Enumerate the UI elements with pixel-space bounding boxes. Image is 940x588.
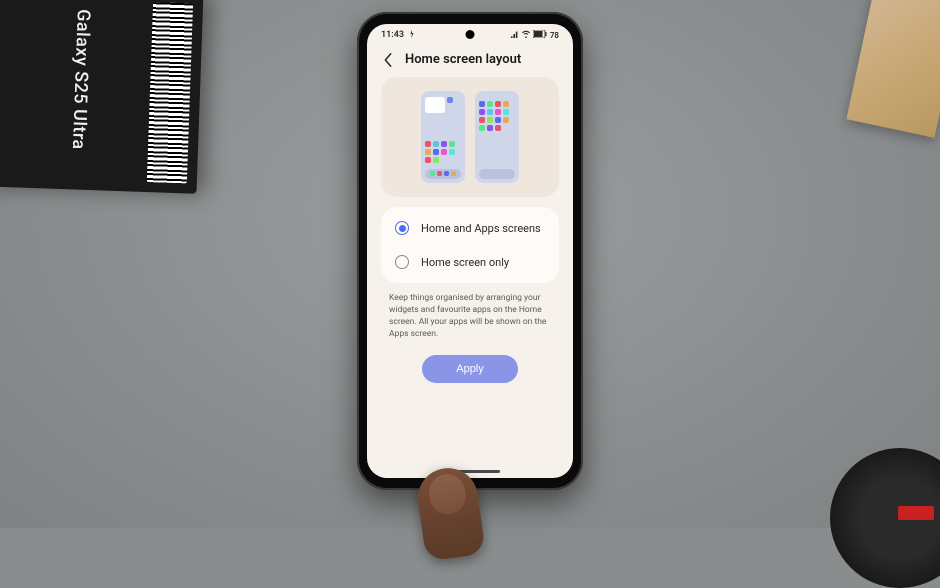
- apply-button[interactable]: Apply: [422, 355, 518, 383]
- product-box-label: Galaxy S25 Ultra: [68, 9, 94, 150]
- mini-app-icon: [425, 157, 431, 163]
- option-label: Home and Apps screens: [421, 222, 541, 235]
- mini-app-icon: [495, 117, 501, 123]
- mini-app-icon: [503, 101, 509, 107]
- mini-app-icon: [425, 149, 431, 155]
- front-camera: [466, 30, 475, 39]
- mini-app-icon: [433, 157, 439, 163]
- back-icon[interactable]: [381, 53, 395, 67]
- option-home-and-apps[interactable]: Home and Apps screens: [381, 211, 559, 245]
- mini-app-icon: [503, 109, 509, 115]
- mini-app-icon: [495, 101, 501, 107]
- mini-app-icon: [495, 109, 501, 115]
- mini-app-icon: [433, 141, 439, 147]
- bolt-icon: [408, 30, 416, 41]
- red-label: [898, 506, 934, 520]
- mini-app-icon: [479, 117, 485, 123]
- mini-app-icon: [441, 149, 447, 155]
- mini-search-bar: [479, 169, 515, 179]
- radio-checked-icon: [395, 221, 409, 235]
- mini-app-icon: [487, 109, 493, 115]
- phone-frame: 11:43 78: [357, 12, 583, 490]
- description-text: Keep things organised by arranging your …: [367, 293, 573, 341]
- desk-scene: Galaxy S25 Ultra 11:43: [0, 0, 940, 528]
- mini-app-icon: [479, 125, 485, 131]
- mini-app-icon: [444, 171, 449, 176]
- mini-app-icon: [437, 171, 442, 176]
- mini-app-icon: [487, 101, 493, 107]
- status-time: 11:43: [381, 30, 404, 40]
- radio-unchecked-icon: [395, 255, 409, 269]
- mini-app-icon: [449, 141, 455, 147]
- mini-app-icon: [447, 97, 453, 103]
- barcode-strip: [147, 2, 193, 183]
- gesture-bar[interactable]: [367, 464, 573, 478]
- mini-app-icon: [487, 117, 493, 123]
- page-header: Home screen layout: [367, 46, 573, 77]
- options-card: Home and Apps screens Home screen only: [381, 207, 559, 283]
- mini-app-icon: [433, 149, 439, 155]
- wifi-icon: [522, 30, 530, 40]
- battery-percent: 78: [550, 31, 559, 40]
- mini-app-icon: [430, 171, 435, 176]
- layout-preview: [381, 77, 559, 197]
- signal-icon: [511, 30, 519, 40]
- wood-block: [846, 0, 940, 138]
- mini-widget: [425, 97, 445, 113]
- mini-app-icon: [451, 171, 456, 176]
- apply-row: Apply: [367, 341, 573, 391]
- option-label: Home screen only: [421, 256, 509, 269]
- mini-app-icon: [441, 141, 447, 147]
- product-box: Galaxy S25 Ultra: [0, 0, 203, 194]
- preview-home-screen: [421, 91, 465, 183]
- mini-app-icon: [479, 109, 485, 115]
- preview-apps-screen: [475, 91, 519, 183]
- mini-app-icon: [487, 125, 493, 131]
- battery-icon: [533, 30, 547, 40]
- mini-dock: [425, 169, 461, 179]
- mini-app-icon: [503, 117, 509, 123]
- option-home-only[interactable]: Home screen only: [381, 245, 559, 279]
- page-title: Home screen layout: [405, 52, 521, 67]
- mini-app-icon: [479, 101, 485, 107]
- mini-app-icon: [425, 141, 431, 147]
- mini-app-icon: [495, 125, 501, 131]
- mini-app-icon: [449, 149, 455, 155]
- phone-screen: 11:43 78: [367, 24, 573, 478]
